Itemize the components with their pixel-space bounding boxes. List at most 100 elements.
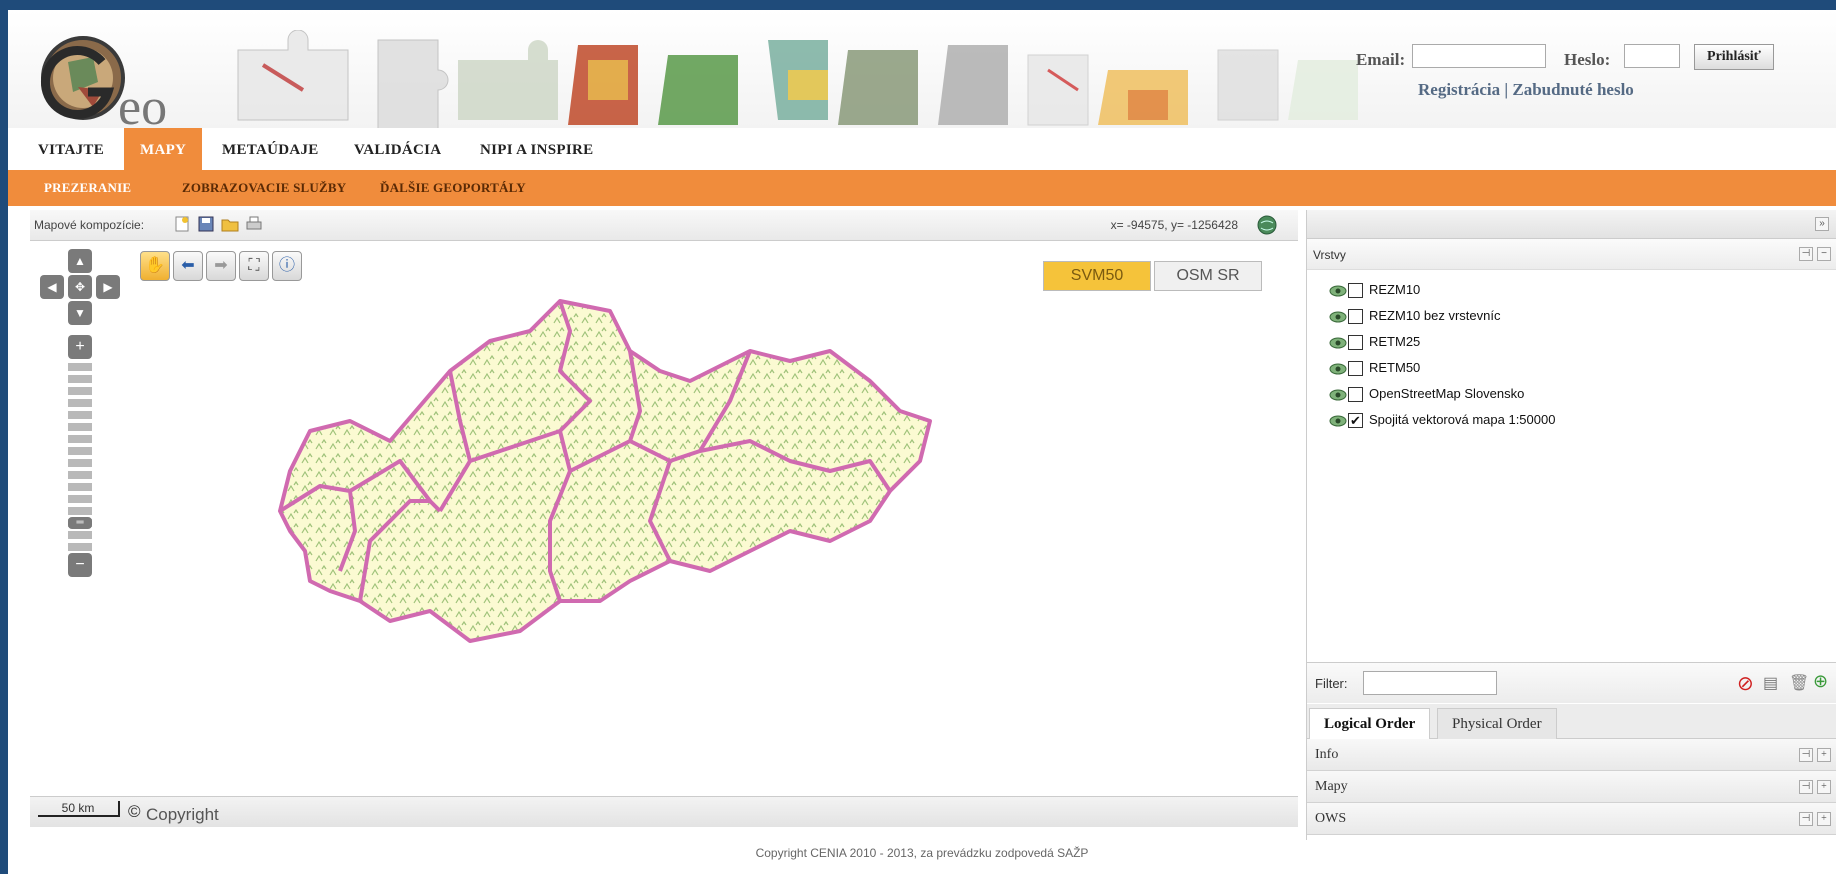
svg-text:eo: eo (118, 79, 167, 132)
nav-nipi-inspire[interactable]: NIPI A INSPIRE (464, 128, 609, 170)
zoom-level-tick[interactable] (68, 411, 92, 419)
pin-icon[interactable]: ⊣ (1799, 812, 1813, 826)
layer-checkbox[interactable] (1348, 309, 1363, 324)
map-toolbar: Mapové kompozície: x= -94575, y= -125642… (30, 210, 1298, 241)
register-link[interactable]: Registrácia (1418, 80, 1500, 99)
subnav-zobrazovacie-sluzby[interactable]: ZOBRAZOVACIE SLUŽBY (182, 170, 346, 206)
zoom-level-tick[interactable] (68, 435, 92, 443)
header: eo Email: Heslo: Prihlásiť Registrácia |… (8, 10, 1836, 132)
pin-icon[interactable]: ⊣ (1799, 780, 1813, 794)
password-field[interactable] (1624, 44, 1680, 68)
zoom-level-tick[interactable] (68, 375, 92, 383)
document-icon[interactable]: ▤ (1763, 673, 1778, 693)
layer-name: RETM25 (1369, 334, 1421, 349)
nav-vitajte[interactable]: VITAJTE (22, 128, 120, 170)
arrow-right-icon: ➡ (214, 257, 228, 274)
layers-sidebar: » Vrstvy ⊣ − REZM10 REZM10 bez vrstevníc R… (1306, 210, 1836, 840)
zoom-level-tick[interactable] (68, 531, 92, 539)
basemap-osm-sr[interactable]: OSM SR (1154, 261, 1262, 291)
subnav-dalsie-geoportaly[interactable]: ĎALŠIE GEOPORTÁLY (380, 170, 526, 206)
new-composition-icon[interactable] (173, 215, 191, 233)
expand-icon[interactable]: + (1817, 812, 1831, 826)
zoom-in-icon[interactable]: + (68, 335, 92, 359)
visibility-icon[interactable] (1329, 413, 1347, 429)
subnav-prezeranie[interactable]: PREZERANIE (44, 170, 131, 206)
zoom-out-icon[interactable]: − (68, 553, 92, 577)
login-button[interactable]: Prihlásiť (1694, 44, 1774, 70)
visibility-icon[interactable] (1329, 283, 1347, 299)
footer-copyright: Copyright CENIA 2010 - 2013, za prevádzk… (755, 846, 1089, 860)
layer-checkbox[interactable] (1348, 361, 1363, 376)
clear-filter-icon[interactable]: ⊘ (1737, 671, 1754, 696)
layer-checkbox[interactable] (1348, 335, 1363, 350)
visibility-icon[interactable] (1329, 387, 1347, 403)
zoom-level-tick[interactable] (68, 507, 92, 515)
visibility-icon[interactable] (1329, 361, 1347, 377)
nav-validacia[interactable]: VALIDÁCIA (338, 128, 457, 170)
trash-icon[interactable]: 🗑 (1789, 673, 1809, 693)
print-icon[interactable] (245, 215, 263, 233)
section-ows-label: OWS (1315, 811, 1347, 826)
zoom-level-tick[interactable] (68, 363, 92, 371)
tab-logical-order[interactable]: Logical Order (1309, 708, 1431, 739)
save-icon[interactable] (197, 215, 215, 233)
pin-icon[interactable]: ⊣ (1799, 247, 1813, 261)
section-mapy-label: Mapy (1315, 779, 1348, 794)
map-canvas[interactable]: ▲ ◀ ✥ ▶ ▼ + ═ − ✋ ⬅ ➡ ⛶ ⓘ SVM50 OSM SR (30, 241, 1298, 795)
filter-input[interactable] (1363, 671, 1497, 695)
pan-right-icon[interactable]: ▶ (96, 275, 120, 299)
main-nav: VITAJTE MAPY METAÚDAJE VALIDÁCIA NIPI A … (8, 128, 1836, 171)
link-separator: | (1504, 80, 1509, 99)
zoom-level-tick[interactable] (68, 483, 92, 491)
zoom-handle[interactable]: ═ (68, 517, 92, 529)
section-ows[interactable]: OWS ⊣ + (1307, 803, 1836, 835)
layers-title: Vrstvy (1313, 248, 1346, 262)
zoom-level-tick[interactable] (68, 399, 92, 407)
email-field[interactable] (1412, 44, 1546, 68)
pan-center-icon[interactable]: ✥ (68, 275, 92, 299)
zoom-level-tick[interactable] (68, 471, 92, 479)
layer-checkbox[interactable] (1348, 387, 1363, 402)
visibility-icon[interactable] (1329, 309, 1347, 325)
arrow-left-icon: ⬅ (181, 257, 195, 274)
geo-logo: eo (40, 36, 167, 132)
pin-icon[interactable]: ⊣ (1799, 748, 1813, 762)
pan-up-icon[interactable]: ▲ (68, 249, 92, 273)
globe-icon[interactable] (1256, 214, 1278, 236)
open-folder-icon[interactable] (221, 215, 239, 233)
expand-icon[interactable]: + (1817, 748, 1831, 762)
layer-name: Spojitá vektorová mapa 1:50000 (1369, 412, 1556, 427)
zoom-level-tick[interactable] (68, 495, 92, 503)
nav-metaudaje[interactable]: METAÚDAJE (206, 128, 335, 170)
expand-icon[interactable]: + (1817, 780, 1831, 794)
section-info[interactable]: Info ⊣ + (1307, 739, 1836, 771)
layer-checkbox[interactable]: ✔ (1348, 413, 1363, 428)
email-label: Email: (1356, 50, 1406, 69)
add-layer-icon[interactable]: ⊕ (1813, 671, 1828, 692)
zoom-level-tick[interactable] (68, 447, 92, 455)
pan-left-icon[interactable]: ◀ (40, 275, 64, 299)
visibility-icon[interactable] (1329, 335, 1347, 351)
zoom-level-tick[interactable] (68, 459, 92, 467)
scale-label: 50 km (38, 801, 120, 817)
layers-header: Vrstvy ⊣ − (1307, 239, 1836, 270)
pan-down-icon[interactable]: ▼ (68, 301, 92, 325)
zoom-level-tick[interactable] (68, 543, 92, 551)
scale-bar: 50 km © Copyright (30, 796, 1298, 827)
order-tabs: Logical Order Physical Order (1307, 704, 1836, 739)
layer-checkbox[interactable] (1348, 283, 1363, 298)
zoom-level-tick[interactable] (68, 387, 92, 395)
forgot-password-link[interactable]: Zabudnuté heslo (1512, 80, 1633, 99)
header-banner-image (237, 30, 1358, 131)
login-form: Email: Heslo: Prihlásiť Registrácia | Za… (1356, 38, 1836, 100)
zoom-level-tick[interactable] (68, 423, 92, 431)
account-links: Registrácia | Zabudnuté heslo (1418, 80, 1634, 100)
footer: Copyright CENIA 2010 - 2013, za prevádzk… (8, 846, 1836, 874)
pan-tool-button[interactable]: ✋ (140, 251, 170, 281)
tab-physical-order[interactable]: Physical Order (1437, 708, 1557, 739)
nav-mapy[interactable]: MAPY (124, 128, 203, 170)
collapse-panel-icon[interactable]: » (1815, 217, 1829, 231)
section-mapy[interactable]: Mapy ⊣ + (1307, 771, 1836, 803)
minimize-icon[interactable]: − (1817, 247, 1831, 261)
back-button[interactable]: ⬅ (173, 251, 203, 281)
